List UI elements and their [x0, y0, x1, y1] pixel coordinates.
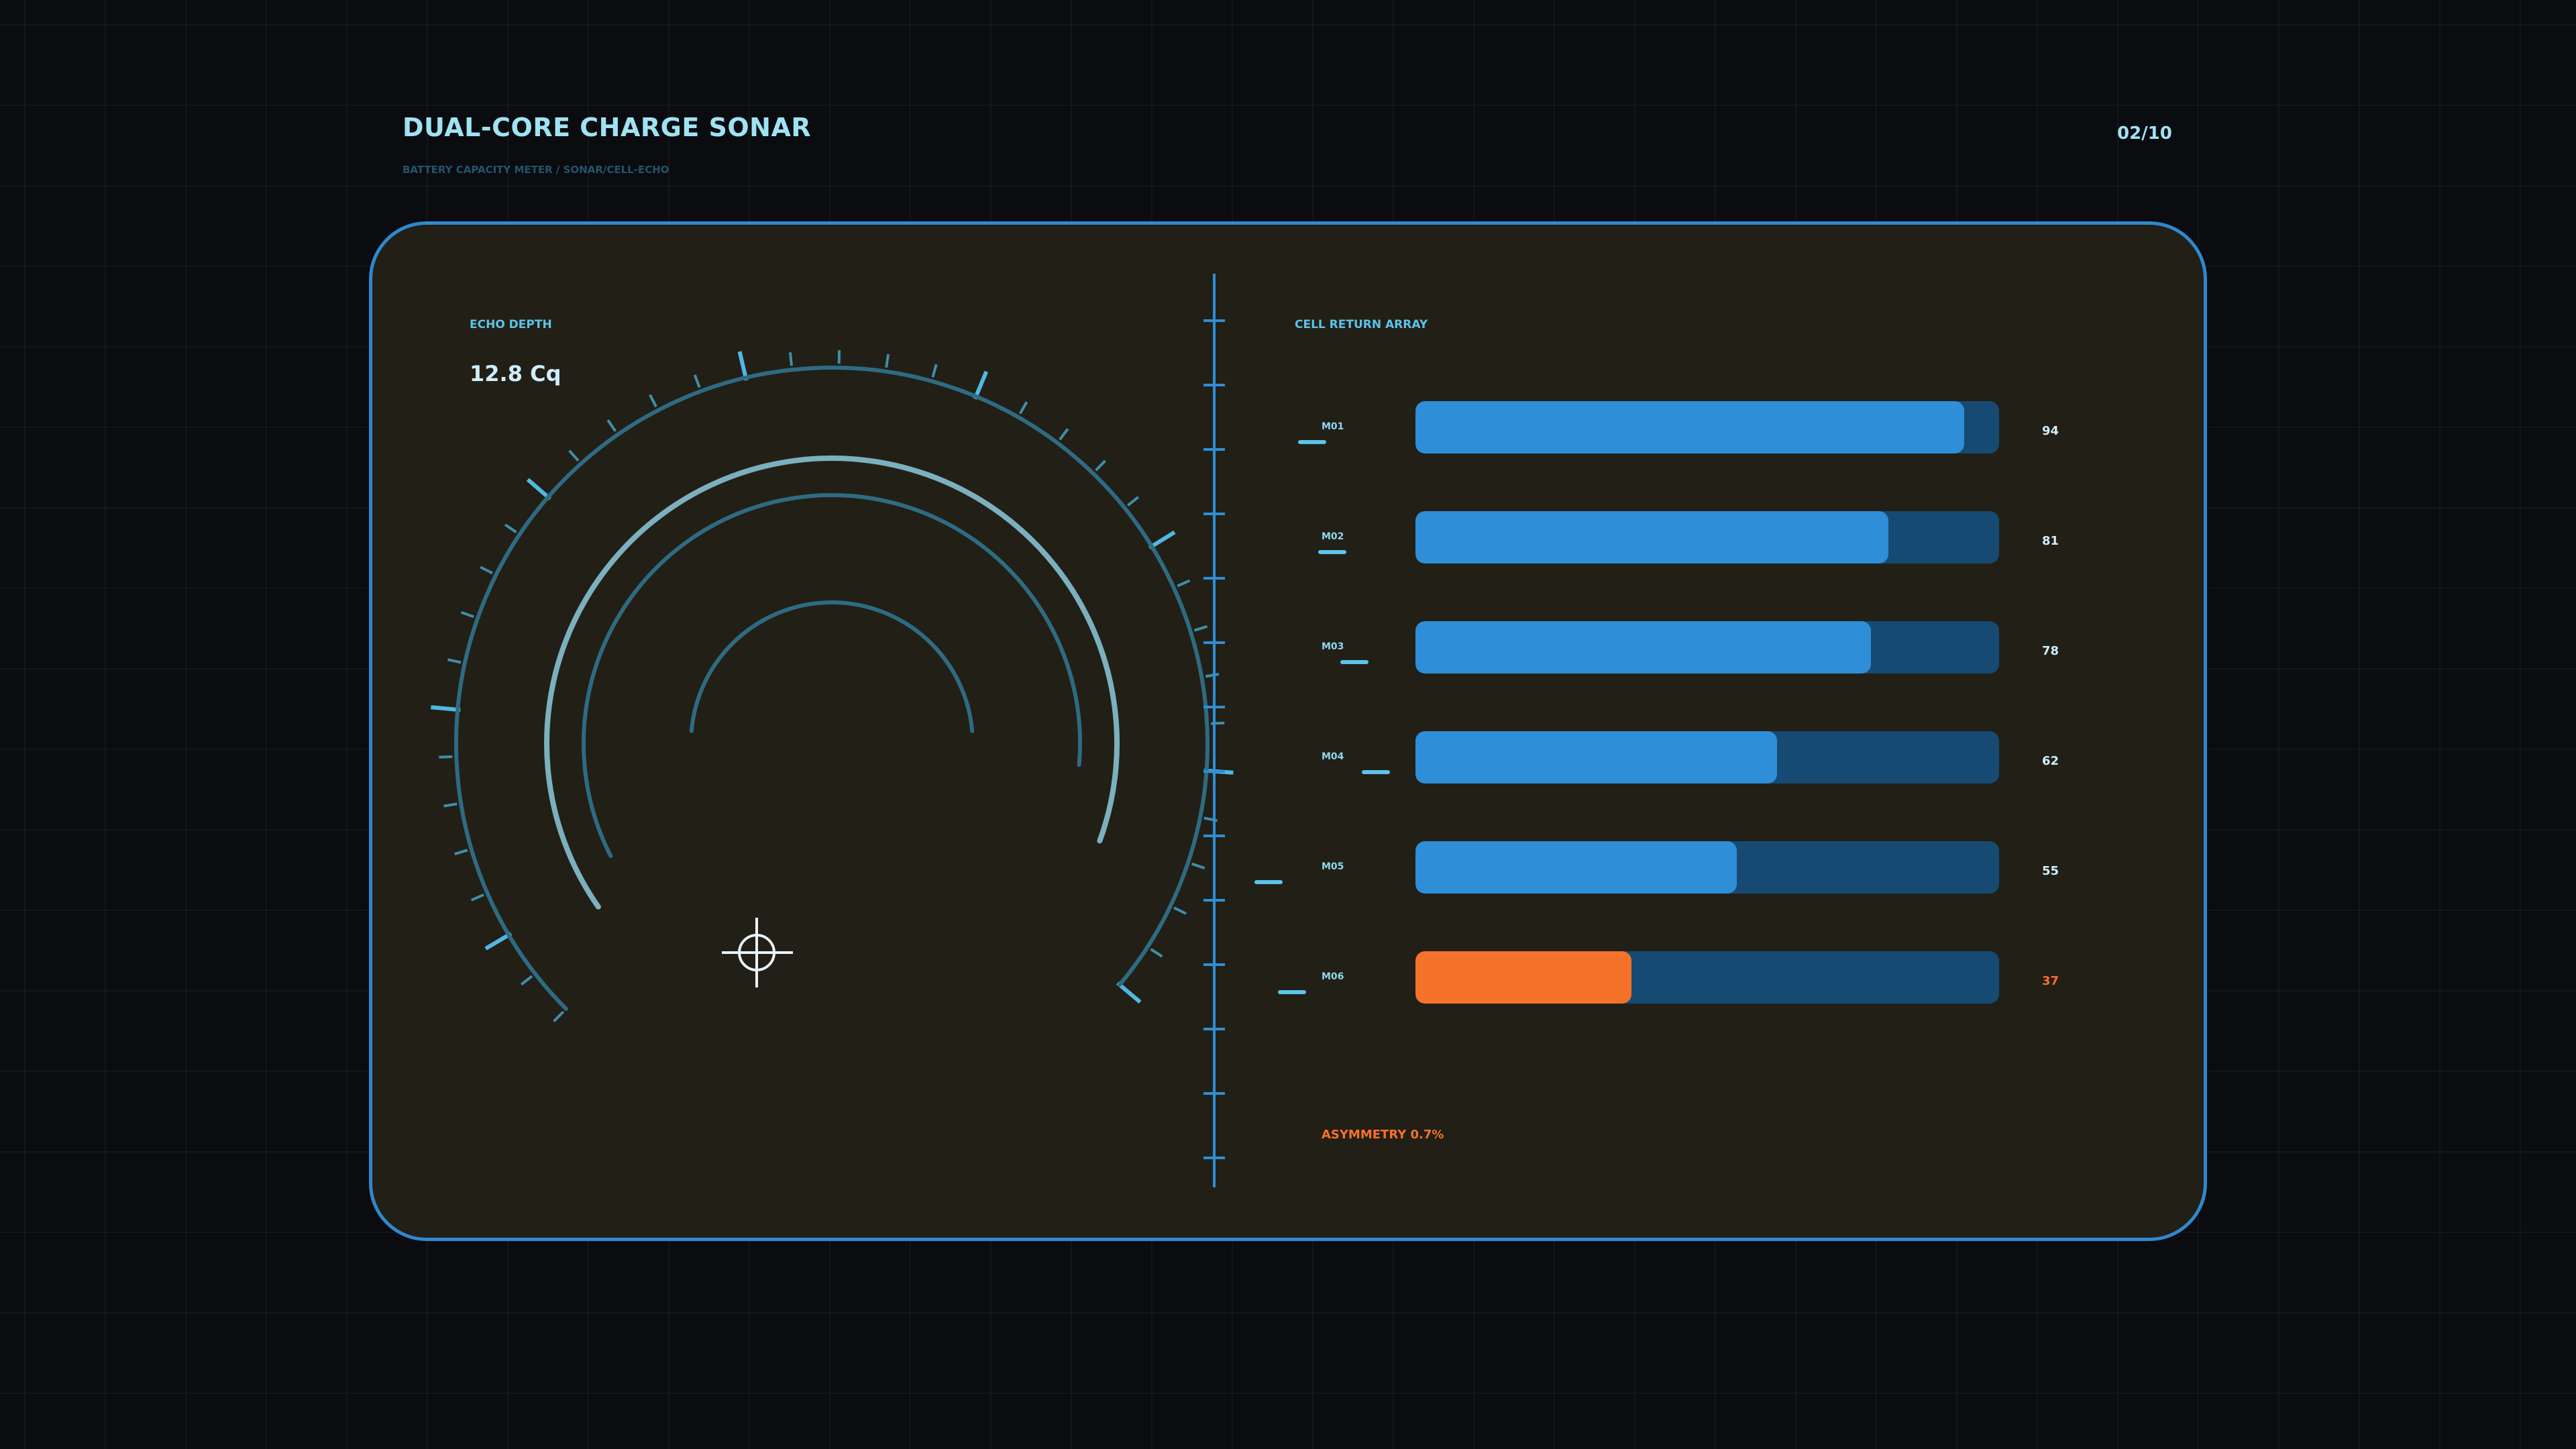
cell-value: 37: [2042, 974, 2059, 988]
gauge-tick: [1173, 906, 1187, 915]
gauge-tick: [606, 419, 617, 432]
cell-value: 94: [2042, 424, 2059, 438]
cell-label: M04: [1322, 751, 1344, 762]
cell-echo-marker: [1254, 880, 1283, 884]
gauge-tick: [553, 1010, 565, 1022]
cell-echo-marker: [1362, 770, 1390, 774]
cell-bar-fill: [1415, 841, 1737, 894]
gauge-tick: [1018, 401, 1028, 415]
gauge-primary-arc: [544, 455, 1120, 910]
cell-bar-track: [1415, 621, 1999, 674]
gauge-tick: [1191, 862, 1205, 869]
gauge-tick: [460, 610, 474, 619]
gauge-tick: [480, 566, 493, 575]
cell-label: M03: [1322, 641, 1344, 652]
cell-bar-fill: [1415, 401, 1964, 453]
gauge-tick: [1177, 579, 1191, 588]
gauge-tick: [1126, 496, 1140, 507]
gauge-tick: [649, 394, 657, 408]
gauge-tick: [568, 449, 580, 462]
cell-value: 81: [2042, 534, 2059, 548]
sonar-gauge: [431, 274, 1234, 1187]
cell-bar-track: [1415, 511, 1999, 564]
gauge-tick: [693, 374, 701, 388]
cell-bar-fill: [1415, 731, 1778, 784]
cell-label: M06: [1322, 971, 1344, 982]
gauge-tick: [885, 354, 890, 368]
gauge-tick: [447, 658, 462, 664]
cell-label: M02: [1322, 531, 1344, 542]
asymmetry-readout: ASYMMETRY 0.7%: [1322, 1128, 1444, 1142]
cell-value: 55: [2042, 864, 2059, 878]
cell-echo-marker: [1340, 660, 1368, 664]
cell-echo-marker: [1278, 990, 1306, 994]
gauge-tick: [1095, 460, 1106, 472]
cell-value: 62: [2042, 754, 2059, 768]
cell-bar-fill: [1415, 951, 1631, 1004]
cell-label: M05: [1322, 861, 1344, 872]
cell-value: 78: [2042, 644, 2059, 658]
gauge-tick: [1059, 428, 1069, 441]
cell-bar-track: [1415, 951, 1999, 1004]
echo-depth-label: ECHO DEPTH: [470, 318, 552, 331]
crosshair-icon: [722, 918, 793, 987]
gauge-inner-arc: [689, 600, 975, 733]
cell-echo-marker: [1298, 440, 1326, 444]
cell-array-label: CELL RETURN ARRAY: [1295, 318, 1428, 331]
gauge-tick: [788, 352, 793, 366]
gauge-tick: [470, 893, 484, 902]
cell-label: M01: [1322, 421, 1344, 432]
gauge-outer-ring: [454, 366, 1210, 1011]
cell-bar-track: [1415, 401, 1999, 453]
cell-bar-track: [1415, 841, 1999, 894]
cell-bar-fill: [1415, 511, 1888, 564]
cell-bar-track: [1415, 731, 1999, 784]
gauge-tick: [931, 364, 938, 378]
cell-bar-fill: [1415, 621, 1871, 674]
gauge-tick: [520, 975, 533, 986]
gauge-tick: [1193, 625, 1208, 632]
gauge-tick: [1150, 948, 1163, 958]
gauge-middle-arc: [581, 493, 1082, 858]
gauge-tick: [454, 849, 468, 855]
echo-depth-value: 12.8 Cq: [470, 361, 561, 386]
gauge-tick: [1205, 672, 1220, 678]
gauge-tick: [504, 523, 517, 533]
gauge-tick: [443, 802, 458, 808]
cell-echo-marker: [1318, 550, 1346, 554]
